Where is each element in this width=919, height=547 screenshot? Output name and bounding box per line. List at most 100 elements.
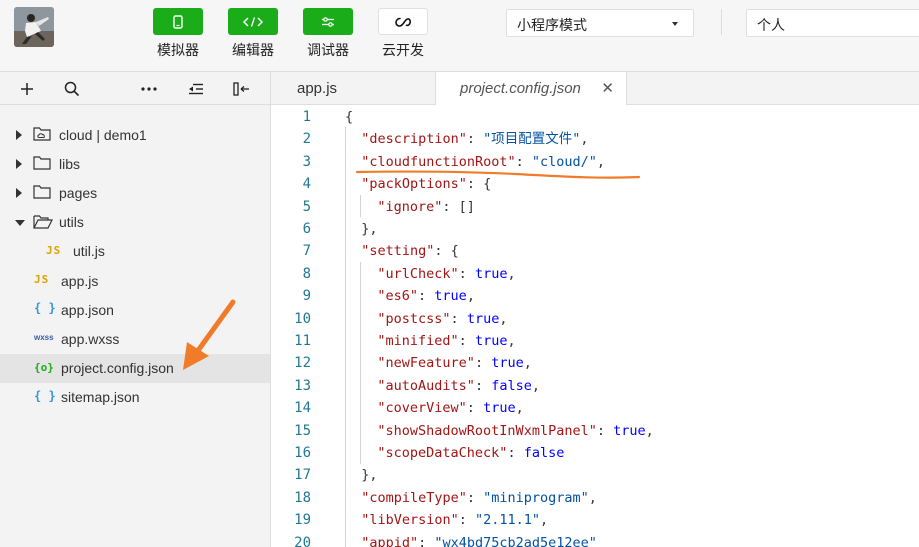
code-line[interactable]: "urlCheck": true,	[377, 263, 515, 285]
chevron-down-icon	[672, 22, 678, 26]
code-line[interactable]: "newFeature": true,	[377, 352, 531, 374]
code-line[interactable]: "scopeDataCheck": false	[377, 442, 564, 464]
code-token: ,	[588, 489, 597, 506]
line-number: 4	[302, 176, 311, 193]
close-icon[interactable]: ✕	[601, 79, 614, 97]
tree-item-app-js[interactable]: JS app.js	[0, 266, 270, 295]
code-token: ,	[499, 310, 508, 327]
code-token: {	[345, 109, 354, 125]
js-file-icon: JS	[46, 243, 62, 257]
editor-tool[interactable]: 编辑器	[227, 8, 279, 60]
code-line[interactable]: "appid": "wx4bd75cb2ad5e12ee"	[361, 532, 597, 547]
line-number: 7	[302, 243, 311, 260]
folder-icon	[33, 184, 51, 199]
more-icon[interactable]	[140, 80, 158, 98]
tree-item-libs[interactable]: libs	[0, 149, 270, 178]
code-token: false	[523, 445, 565, 461]
line-number: 10	[294, 310, 311, 327]
tree-item-sitemap-json[interactable]: { } sitemap.json	[0, 383, 270, 412]
code-line[interactable]: "es6": true,	[377, 285, 475, 307]
code-token: :	[474, 377, 492, 394]
tree-item-util-js[interactable]: JS util.js	[0, 237, 270, 266]
code-line[interactable]: "compileType": "miniprogram",	[361, 487, 597, 509]
line-number: 5	[302, 198, 311, 215]
code-line[interactable]: "minified": true,	[377, 330, 515, 352]
folder-icon	[33, 155, 51, 170]
ide-window: 模拟器 编辑器 调试器 云开发 小程序模式 个人 cloud | demo1 l…	[0, 0, 919, 547]
code-line[interactable]: },	[361, 464, 377, 486]
tree-item-pages[interactable]: pages	[0, 178, 270, 207]
tree-item-cloud[interactable]: cloud | demo1	[0, 120, 270, 149]
search-icon[interactable]	[63, 80, 81, 98]
code-token: ,	[507, 333, 516, 349]
avatar[interactable]	[14, 7, 54, 47]
debugger-tool[interactable]: 调试器	[302, 8, 354, 60]
editor-button[interactable]	[228, 8, 278, 35]
code-token: "ignore"	[377, 198, 443, 215]
chevron-right-icon[interactable]	[16, 188, 22, 199]
chevron-right-icon[interactable]	[16, 159, 22, 170]
line-number: 3	[302, 153, 311, 170]
tree-item-label: util.js	[73, 243, 105, 260]
code-token: },	[361, 467, 378, 484]
sliders-icon	[322, 16, 334, 27]
simulator-button[interactable]	[153, 8, 203, 35]
code-token: true	[434, 288, 467, 305]
line-number: 15	[294, 422, 311, 439]
code-line[interactable]: "libVersion": "2.11.1",	[361, 509, 548, 531]
code-token: ,	[531, 377, 540, 394]
code-token: :	[450, 310, 467, 327]
code-token: : []	[442, 198, 475, 215]
tree-item-label: app.wxss	[61, 330, 120, 347]
json-file-icon: { }	[34, 301, 56, 316]
code-token: ,	[580, 131, 589, 148]
line-number: 12	[294, 355, 311, 372]
line-number: 9	[302, 288, 311, 305]
chevron-right-icon[interactable]	[16, 130, 22, 140]
debugger-button[interactable]	[303, 8, 353, 35]
code-line[interactable]: },	[361, 218, 377, 240]
code-token: :	[458, 333, 475, 349]
cloud-folder-icon	[33, 126, 51, 141]
explorer-toolbar	[0, 72, 270, 105]
code-token: "scopeDataCheck"	[377, 445, 508, 461]
mode-select[interactable]: 小程序模式	[506, 9, 694, 37]
code-line[interactable]: "setting": {	[361, 240, 459, 262]
code-line[interactable]: "coverView": true,	[377, 397, 523, 419]
tree-item-label: app.js	[61, 272, 99, 289]
code-line[interactable]: "autoAudits": false,	[377, 375, 540, 397]
line-number: 1	[302, 109, 311, 125]
code-line[interactable]: {	[345, 106, 353, 128]
code-token: :	[418, 534, 435, 547]
line-number: 14	[294, 400, 311, 417]
json-file-icon: { }	[34, 388, 56, 403]
cloud-dev-label: 云开发	[382, 42, 424, 58]
account-select[interactable]: 个人	[746, 9, 919, 37]
code-line[interactable]: "showShadowRootInWxmlPanel": true,	[377, 420, 653, 442]
code-token: "showShadowRootInWxmlPanel"	[377, 422, 597, 439]
cloud-dev-tool[interactable]: 云开发	[377, 8, 429, 60]
split-panel-icon[interactable]	[233, 80, 251, 98]
tab-label: project.config.json	[460, 80, 581, 97]
code-token: true	[466, 310, 500, 327]
tree-item-utils[interactable]: utils	[0, 208, 270, 237]
annotation-underline	[355, 170, 641, 179]
plus-icon[interactable]	[18, 80, 36, 98]
tree-item-label: libs	[59, 155, 81, 172]
line-number: 20	[294, 534, 311, 547]
annotation-arrow-icon	[183, 299, 236, 370]
tab-project-config[interactable]: project.config.json ✕	[435, 72, 627, 106]
simulator-tool[interactable]: 模拟器	[152, 8, 204, 60]
code-token: "autoAudits"	[377, 377, 475, 394]
code-token: "项目配置文件"	[483, 131, 581, 148]
collapse-list-icon[interactable]	[187, 80, 205, 98]
cloud-dev-button[interactable]	[378, 8, 428, 35]
code-line[interactable]: "ignore": []	[377, 196, 475, 218]
code-line[interactable]: "description": "项目配置文件",	[361, 128, 588, 150]
code-token: : {	[434, 243, 459, 260]
chevron-down-icon[interactable]	[15, 219, 25, 226]
tab-app-js[interactable]: app.js	[271, 72, 435, 105]
code-token: :	[458, 512, 475, 529]
code-token: true	[613, 422, 646, 439]
code-line[interactable]: "postcss": true,	[377, 308, 507, 330]
